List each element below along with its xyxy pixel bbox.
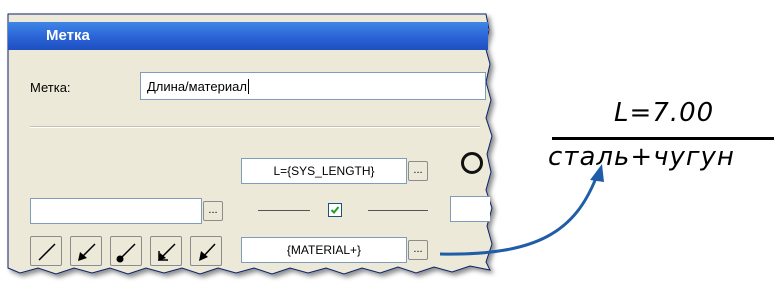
fraction-bar [552, 137, 774, 140]
label-preview: L=7.00 сталь+чугун [548, 98, 774, 188]
preview-denominator: сталь+чугун [548, 142, 735, 172]
preview-numerator: L=7.00 [614, 98, 715, 128]
